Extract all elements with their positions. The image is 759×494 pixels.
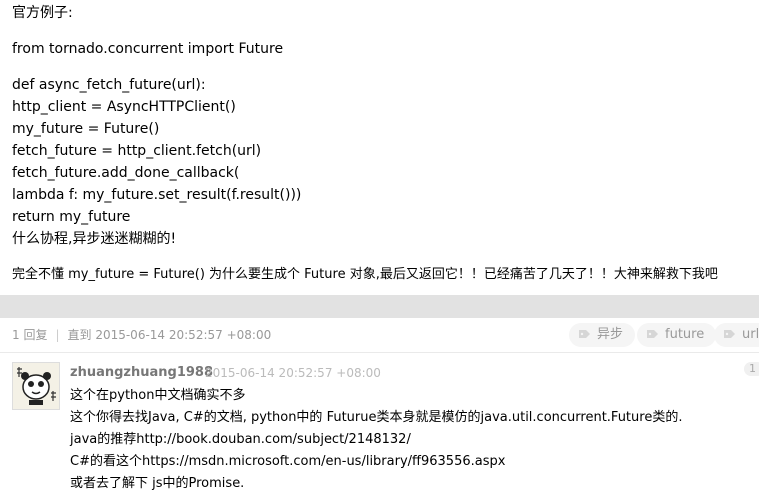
topic-line: fetch_future.add_done_callback(	[12, 165, 240, 181]
topic-line: 什么协程,异步迷迷糊糊的!	[12, 231, 177, 247]
topic-line: http_client = AsyncHTTPClient()	[12, 99, 236, 115]
reply-count: 1 回复	[12, 328, 48, 342]
topic-line: fetch_future = http_client.fetch(url)	[12, 143, 262, 159]
topic-line: lambda f: my_future.set_result(f.result(…	[12, 187, 302, 203]
tag-async[interactable]: 异步	[569, 323, 636, 347]
topic-line: def async_fetch_future(url):	[12, 77, 206, 93]
tag-label: url	[742, 327, 759, 342]
topic-line: my_future = Future()	[12, 121, 160, 137]
reply-line: java的推荐http://book.douban.com/subject/21…	[70, 432, 411, 447]
topic-line: from tornado.concurrent import Future	[12, 41, 284, 57]
reply-timestamp: 2015-06-14 20:52:57 +08:00	[205, 366, 381, 380]
last-reply-time: 直到 2015-06-14 20:52:57 +08:00	[67, 328, 272, 342]
reply-line: 或者去了解下 js中的Promise.	[70, 476, 245, 491]
tag-url[interactable]: url	[714, 323, 759, 347]
avatar-image	[13, 363, 59, 409]
tag-icon	[724, 330, 735, 338]
reply-author[interactable]: zhuangzhuang1988	[70, 365, 213, 381]
separator: |	[55, 328, 60, 342]
reply-meta: 1 回复 | 直到 2015-06-14 20:52:57 +08:00	[12, 327, 271, 343]
replies-header: 1 回复 | 直到 2015-06-14 20:52:57 +08:00 异步 fu…	[0, 318, 759, 353]
tag-future[interactable]: future	[637, 323, 717, 347]
replies-box: 1 回复 | 直到 2015-06-14 20:52:57 +08:00 异步 fu…	[0, 318, 759, 494]
floor-number: 1	[744, 362, 759, 376]
topic-line: 官方例子:	[12, 5, 73, 21]
tag-icon	[579, 330, 590, 338]
reply-line: 这个在python中文档确实不多	[70, 388, 246, 403]
tag-label: 异步	[597, 327, 624, 342]
tag-label: future	[665, 327, 705, 342]
topic-line: 完全不懂 my_future = Future() 为什么要生成个 Future…	[12, 267, 718, 282]
topic-line: return my_future	[12, 209, 131, 225]
reply-line: C#的看这个https://msdn.microsoft.com/en-us/l…	[70, 454, 506, 469]
reply-line: 这个你得去找Java, C#的文档, python中的 Futurue类本身就是…	[70, 410, 683, 425]
tag-icon	[647, 330, 658, 338]
avatar[interactable]	[12, 362, 60, 410]
topic-content: 官方例子: from tornado.concurrent import Fut…	[0, 0, 759, 296]
